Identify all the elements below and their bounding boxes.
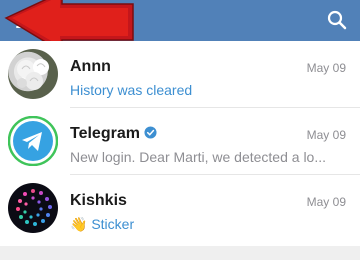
avatar: [8, 183, 58, 233]
chat-date: May 09: [306, 128, 346, 142]
avatar: [8, 49, 58, 99]
app-header: istory: [0, 0, 360, 41]
chat-list: Annn May 09 History was cleared Telegram…: [0, 41, 360, 246]
hamburger-menu-icon[interactable]: [8, 8, 40, 34]
verified-badge-icon: [144, 126, 157, 139]
telegram-logo-icon: [7, 115, 59, 167]
chat-name: Kishkis: [70, 192, 127, 209]
chat-name: Annn: [70, 58, 111, 75]
chat-message-preview: New login. Dear Marti, we detected a lo.…: [70, 149, 327, 165]
page-title: istory: [66, 8, 118, 29]
search-icon[interactable]: [322, 6, 352, 34]
chat-message-preview: History was cleared: [70, 82, 193, 98]
chat-name: Telegram: [70, 125, 157, 143]
chat-row-kishkis[interactable]: Kishkis May 09 👋 Sticker: [0, 175, 360, 241]
chat-date: May 09: [306, 61, 346, 75]
chat-row-telegram[interactable]: Telegram May 09 New login. Dear Marti, w…: [0, 108, 360, 174]
chat-date: May 09: [306, 195, 346, 209]
chat-row-annn[interactable]: Annn May 09 History was cleared: [0, 41, 360, 107]
chat-message-preview: 👋 Sticker: [70, 216, 135, 232]
waving-hand-icon: 👋: [70, 216, 88, 232]
